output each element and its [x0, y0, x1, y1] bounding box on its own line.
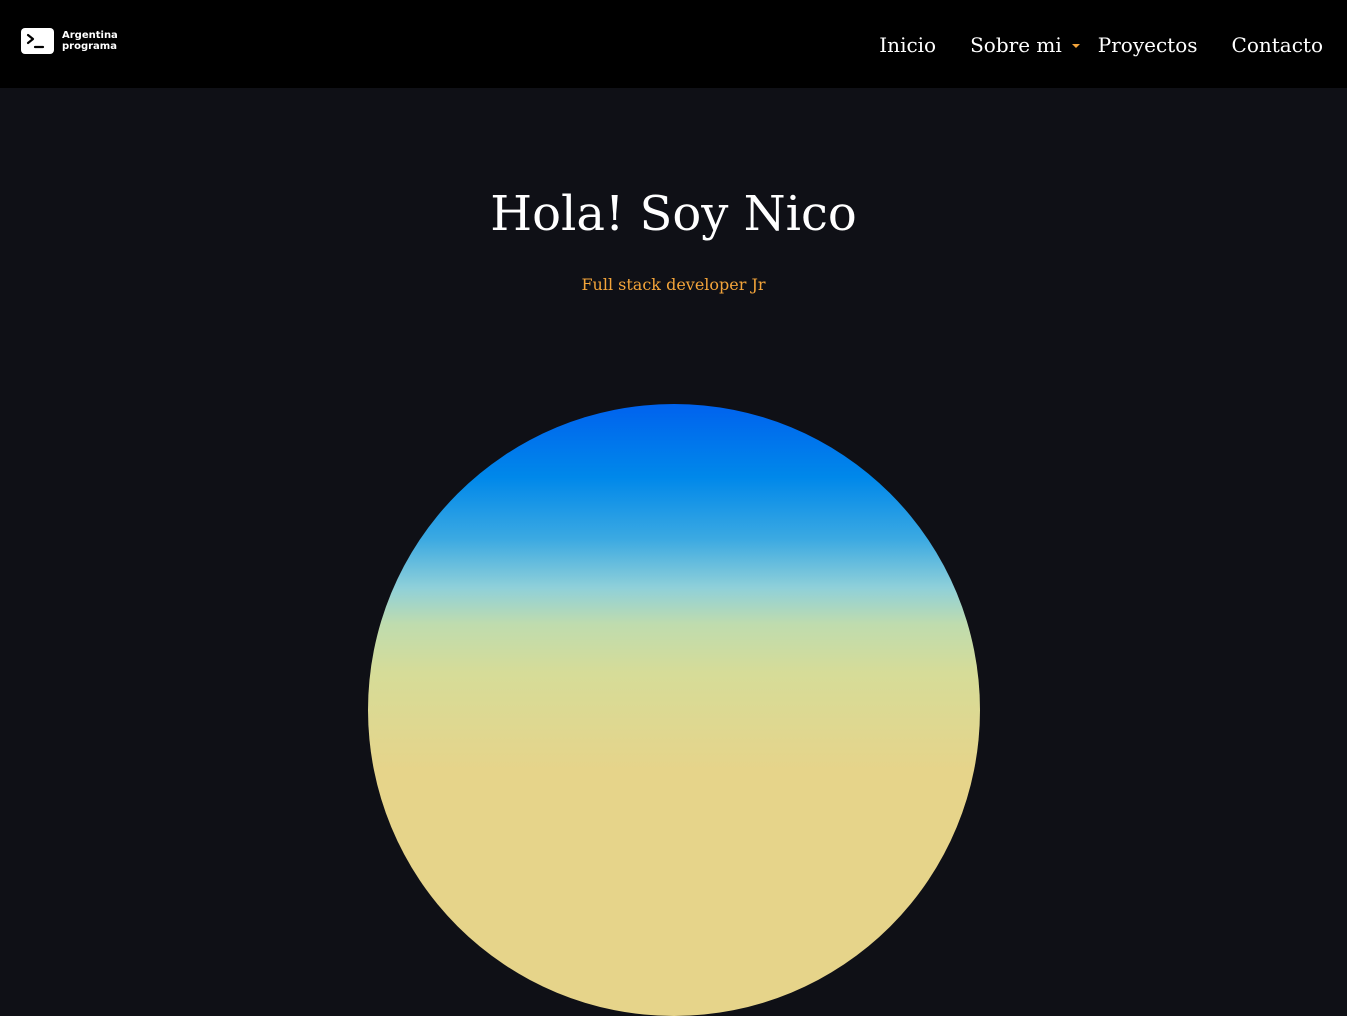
logo-text-line1: Argentina [62, 30, 118, 41]
caret-down-icon [1071, 44, 1080, 48]
hero-title: Hola! Soy Nico [490, 186, 857, 242]
nav-link-contacto[interactable]: Contacto [1232, 33, 1323, 57]
gradient-orb-image [368, 404, 980, 1016]
argentina-programa-logo[interactable]: Argentina programa [21, 27, 118, 55]
nav-dropdown-sobre-mi[interactable]: Sobre mi [970, 33, 1080, 57]
nav-dropdown-label: Sobre mi [970, 33, 1062, 57]
hero-subtitle: Full stack developer Jr [581, 275, 766, 294]
logo-text: Argentina programa [62, 30, 118, 52]
nav-link-proyectos[interactable]: Proyectos [1098, 33, 1198, 57]
terminal-prompt-icon [21, 28, 54, 54]
logo-text-line2: programa [62, 41, 117, 52]
top-navbar: Argentina programa Inicio Sobre mi Proye… [0, 0, 1347, 88]
nav-link-inicio[interactable]: Inicio [879, 33, 936, 57]
main-nav: Inicio Sobre mi Proyectos Contacto [879, 29, 1323, 61]
